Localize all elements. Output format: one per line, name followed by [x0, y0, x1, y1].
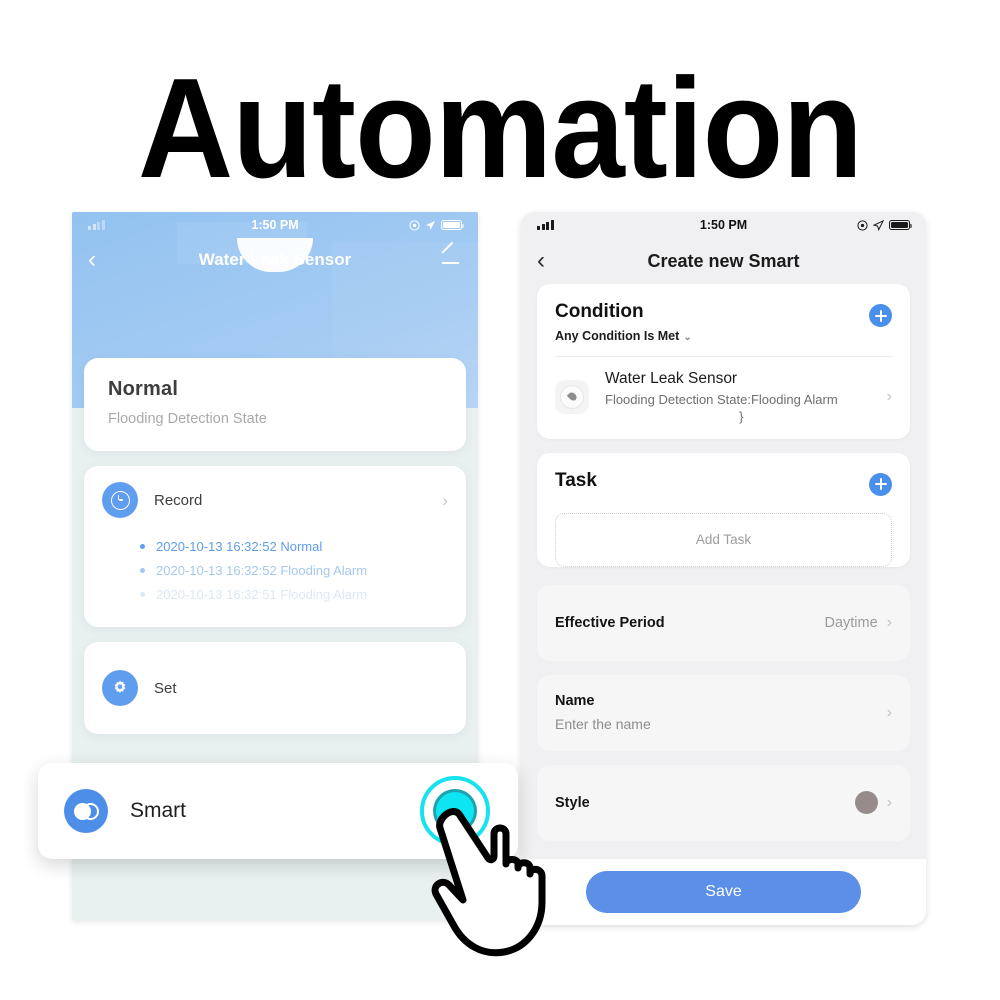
record-entry-text: 2020-10-13 16:32:51 Flooding Alarm	[156, 587, 368, 602]
set-card[interactable]: Set	[84, 642, 466, 734]
status-time: 1:50 PM	[251, 218, 299, 232]
record-entry-text: 2020-10-13 16:32:52 Flooding Alarm	[156, 563, 368, 578]
condition-device-detail-overflow: }	[739, 408, 744, 424]
effective-period-label: Effective Period	[555, 614, 665, 631]
record-entry-text: 2020-10-13 16:32:52 Normal	[156, 539, 323, 554]
condition-device-name: Water Leak Sensor	[605, 369, 738, 387]
add-task-button[interactable]	[869, 472, 892, 496]
chevron-right-icon: ›	[886, 613, 892, 631]
bullet-dot-icon	[140, 592, 145, 597]
chevron-right-icon: ›	[886, 703, 892, 721]
list-item: 2020-10-13 16:32:52 Normal	[140, 539, 466, 554]
condition-item-text: Water Leak Sensor Flooding Detection Sta…	[605, 370, 878, 424]
effective-period-row[interactable]: Effective Period Daytime ›	[537, 584, 910, 661]
chevron-down-icon: ⌄	[683, 331, 692, 343]
left-phone-body: Normal Flooding Detection State Record ›…	[72, 358, 478, 734]
water-leak-sensor-icon	[555, 379, 589, 414]
right-status-bar: 1:50 PM	[521, 212, 926, 238]
name-input[interactable]: Enter the name	[555, 716, 651, 732]
gear-icon	[102, 670, 138, 706]
chevron-right-icon[interactable]: ›	[442, 492, 448, 509]
condition-mode[interactable]: Any Condition Is Met ⌄	[555, 329, 692, 343]
task-title: Task	[555, 469, 597, 491]
chevron-left-icon[interactable]: ‹	[88, 248, 114, 272]
hand-pointer-icon	[431, 808, 546, 957]
set-label: Set	[154, 679, 177, 697]
list-item: 2020-10-13 16:32:52 Flooding Alarm	[140, 563, 466, 578]
record-entry-list: 2020-10-13 16:32:52 Normal 2020-10-13 16…	[84, 524, 466, 627]
device-state-value: Normal	[108, 378, 179, 400]
status-time: 1:50 PM	[699, 218, 748, 232]
task-card: Task Add Task	[537, 452, 910, 567]
chevron-right-icon[interactable]: ›	[887, 388, 892, 405]
bullet-dot-icon	[140, 544, 145, 549]
page-title: Automation	[137, 49, 863, 208]
condition-card: Condition Any Condition Is Met ⌄ Water Le…	[537, 284, 910, 439]
battery-icon	[441, 220, 464, 230]
right-phone-body: Condition Any Condition Is Met ⌄ Water Le…	[521, 284, 926, 841]
device-state-label: Flooding Detection State	[108, 411, 267, 427]
record-label: Record	[154, 491, 203, 509]
condition-item-row[interactable]: Water Leak Sensor Flooding Detection Sta…	[537, 357, 910, 439]
clock-icon	[102, 482, 138, 518]
record-card-header[interactable]: Record ›	[84, 466, 466, 524]
condition-title: Condition	[555, 301, 644, 322]
task-header: Task	[537, 453, 910, 509]
save-button[interactable]: Save	[586, 871, 861, 913]
right-nav-bar: ‹ Create new Smart	[521, 238, 926, 284]
bullet-dot-icon	[140, 568, 145, 573]
condition-header: Condition Any Condition Is Met ⌄	[537, 284, 910, 356]
name-label: Name	[555, 693, 595, 710]
condition-mode-label: Any Condition Is Met	[555, 328, 680, 343]
left-status-bar: 1:50 PM	[72, 212, 478, 238]
chevron-left-icon[interactable]: ‹	[537, 249, 563, 273]
effective-period-value: Daytime	[824, 614, 878, 631]
style-color-swatch[interactable]	[854, 791, 878, 815]
record-card[interactable]: Record › 2020-10-13 16:32:52 Normal 2020…	[84, 466, 466, 627]
smart-automation-icon	[64, 789, 108, 833]
device-status-card: Normal Flooding Detection State	[84, 358, 466, 451]
add-task-placeholder[interactable]: Add Task	[555, 512, 892, 567]
list-item: 2020-10-13 16:32:51 Flooding Alarm	[140, 587, 466, 602]
name-row[interactable]: Name Enter the name ›	[537, 674, 910, 751]
pencil-edit-icon[interactable]	[440, 249, 462, 271]
chevron-right-icon: ›	[886, 793, 892, 811]
condition-device-detail: Flooding Detection State:Flooding Alarm	[605, 391, 838, 407]
smart-popup-label: Smart	[130, 799, 187, 822]
add-condition-button[interactable]	[869, 304, 892, 327]
right-page-title: Create new Smart	[647, 250, 800, 271]
battery-icon	[889, 220, 912, 230]
